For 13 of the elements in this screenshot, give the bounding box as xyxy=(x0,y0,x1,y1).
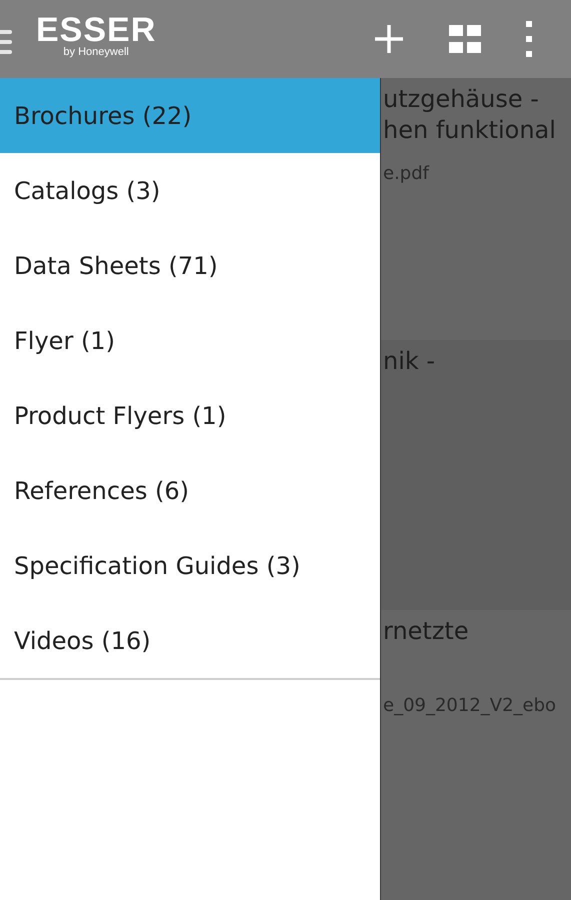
document-title: hen funktional xyxy=(383,115,557,146)
document-title: rnetzte xyxy=(383,616,470,647)
document-title: utzgehäuse - xyxy=(383,84,540,115)
add-icon[interactable] xyxy=(373,23,405,55)
logo-title: ESSER xyxy=(36,12,156,46)
file-name: e_09_2012_V2_ebo xyxy=(383,694,558,718)
more-options-icon[interactable] xyxy=(525,21,533,57)
menu-icon[interactable] xyxy=(0,30,12,54)
document-title: nik - xyxy=(383,346,436,377)
grid-icon[interactable] xyxy=(449,25,481,53)
file-name: e.pdf xyxy=(383,162,430,186)
drawer-item[interactable]: Brochures (22) xyxy=(0,78,380,153)
logo-subtitle: by Honeywell xyxy=(63,46,129,58)
